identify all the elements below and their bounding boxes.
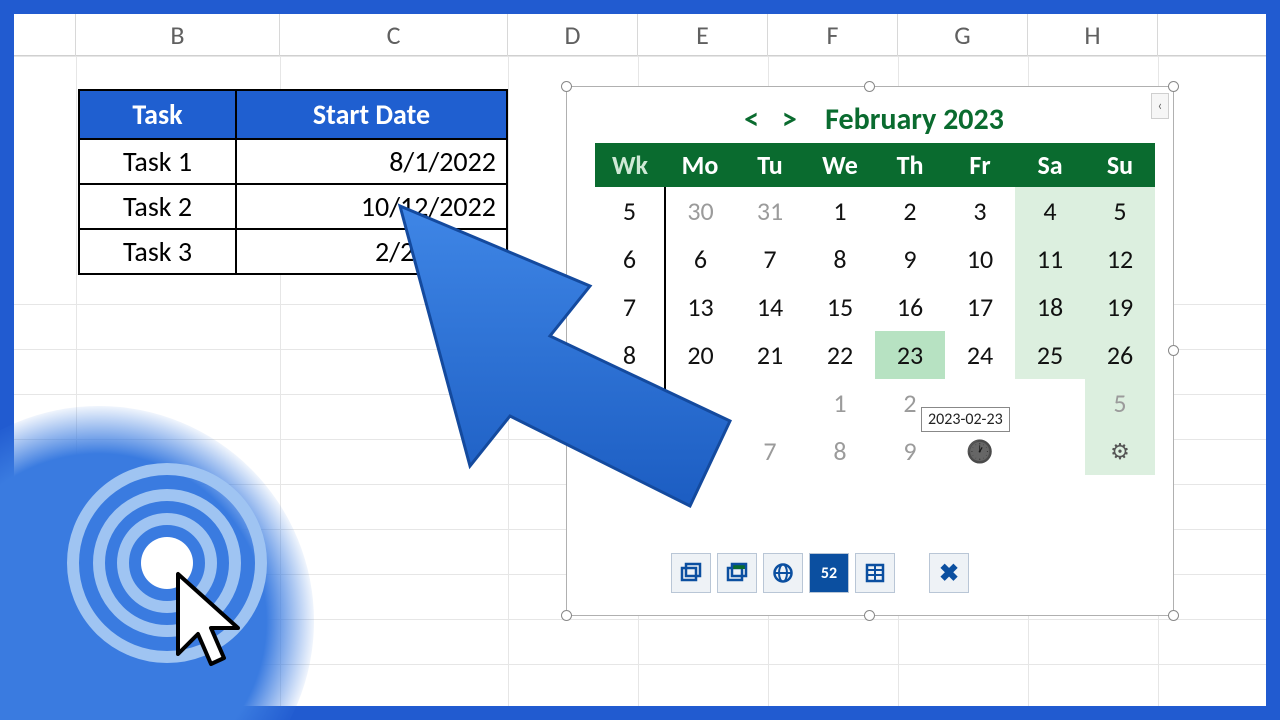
day-cell[interactable]: 8 xyxy=(805,427,875,475)
task-date-cell[interactable]: 10/12/2022 xyxy=(236,184,507,229)
prev-month-button[interactable]: < xyxy=(736,101,767,138)
week-number: 7 xyxy=(595,283,665,331)
column-header-c[interactable]: C xyxy=(280,14,508,56)
table-row[interactable]: Task 3 2/23/2023 xyxy=(79,229,507,274)
next-month-button[interactable]: > xyxy=(774,101,805,138)
spreadsheet-area: B C D E F G H Task Start Date xyxy=(14,14,1266,706)
day-cell[interactable]: 17 xyxy=(945,283,1015,331)
table-row[interactable]: Task 1 8/1/2022 xyxy=(79,139,507,184)
cursor-icon xyxy=(166,568,256,678)
week-number: 6 xyxy=(595,235,665,283)
date-picker-object[interactable]: ‹ < > February 2023 WkMoTuWeThFrSaSu 530… xyxy=(566,86,1174,616)
weekday-header: Fr xyxy=(945,143,1015,187)
day-cell[interactable]: 30 xyxy=(665,187,735,235)
column-header-g[interactable]: G xyxy=(898,14,1028,56)
weekday-header: Sa xyxy=(1015,143,1085,187)
task-name-cell[interactable]: Task 3 xyxy=(79,229,236,274)
task-table[interactable]: Task Start Date Task 1 8/1/2022 Task 2 1… xyxy=(78,89,508,275)
day-cell[interactable]: 14 xyxy=(735,283,805,331)
resize-handle[interactable] xyxy=(561,345,572,356)
month-title[interactable]: February 2023 xyxy=(825,101,1004,138)
toolbar-table-icon[interactable] xyxy=(855,553,895,593)
column-header-row: B C D E F G H xyxy=(14,14,1266,56)
task-name-cell[interactable]: Task 1 xyxy=(79,139,236,184)
gear-icon[interactable]: ⚙ xyxy=(1085,427,1155,475)
day-cell[interactable]: 6 xyxy=(665,427,735,475)
weekday-header: Tu xyxy=(735,143,805,187)
day-cell[interactable]: 3 xyxy=(945,187,1015,235)
weekday-header: Wk xyxy=(595,143,665,187)
resize-handle[interactable] xyxy=(561,610,572,621)
resize-handle[interactable] xyxy=(1168,81,1179,92)
week-number: 8 xyxy=(595,331,665,379)
day-cell[interactable]: 19 xyxy=(1085,283,1155,331)
day-cell[interactable]: 6 xyxy=(665,235,735,283)
task-name-cell[interactable]: Task 2 xyxy=(79,184,236,229)
day-cell[interactable]: 18 xyxy=(1015,283,1085,331)
day-cell[interactable]: 4 xyxy=(1015,187,1085,235)
column-header-d[interactable]: D xyxy=(508,14,638,56)
week-number: 10 xyxy=(595,427,665,475)
resize-handle[interactable] xyxy=(561,81,572,92)
day-cell[interactable]: 8 xyxy=(805,235,875,283)
column-header-a[interactable] xyxy=(14,14,76,56)
day-cell[interactable]: 13 xyxy=(665,283,735,331)
column-header-h[interactable]: H xyxy=(1028,14,1158,56)
toolbar-window2-icon[interactable] xyxy=(717,553,757,593)
day-cell[interactable]: 15 xyxy=(805,283,875,331)
day-cell[interactable]: 9 xyxy=(875,427,945,475)
toolbar-window1-icon[interactable] xyxy=(671,553,711,593)
task-date-cell[interactable]: 8/1/2022 xyxy=(236,139,507,184)
calendar-title-bar: < > February 2023 xyxy=(567,101,1173,138)
week-number: 9 xyxy=(595,379,665,427)
weekday-header: Th xyxy=(875,143,945,187)
date-tooltip: 2023-02-23 xyxy=(921,407,1010,432)
app-frame: B C D E F G H Task Start Date xyxy=(0,0,1280,720)
column-header-b[interactable]: B xyxy=(76,14,280,56)
day-cell[interactable]: 1 xyxy=(805,187,875,235)
weekday-header: We xyxy=(805,143,875,187)
toolbar-close-icon[interactable]: ✖ xyxy=(929,553,969,593)
week-number: 5 xyxy=(595,187,665,235)
day-cell[interactable]: 10 xyxy=(945,235,1015,283)
day-cell[interactable]: 2 xyxy=(875,187,945,235)
day-cell[interactable]: 25 xyxy=(1015,331,1085,379)
day-cell xyxy=(1015,427,1085,475)
day-cell[interactable]: 11 xyxy=(1015,235,1085,283)
day-cell[interactable]: 24 xyxy=(945,331,1015,379)
weekday-header: Su xyxy=(1085,143,1155,187)
clock-icon[interactable]: 🕐 xyxy=(945,427,1015,475)
resize-handle[interactable] xyxy=(1168,345,1179,356)
day-cell[interactable]: 1 xyxy=(805,379,875,427)
day-cell[interactable]: 5 xyxy=(1085,187,1155,235)
toolbar-globe-icon[interactable] xyxy=(763,553,803,593)
calendar-toolbar: 52 ✖ xyxy=(671,553,969,593)
task-header: Task xyxy=(79,90,236,139)
day-cell[interactable]: 16 xyxy=(875,283,945,331)
day-cell[interactable]: 7 xyxy=(735,235,805,283)
resize-handle[interactable] xyxy=(864,81,875,92)
column-header-e[interactable]: E xyxy=(638,14,768,56)
resize-handle[interactable] xyxy=(1168,610,1179,621)
column-header-f[interactable]: F xyxy=(768,14,898,56)
day-cell[interactable]: 20 xyxy=(665,331,735,379)
day-cell[interactable]: 21 xyxy=(735,331,805,379)
weekday-header: Mo xyxy=(665,143,735,187)
task-date-cell[interactable]: 2/23/2023 xyxy=(236,229,507,274)
start-date-header: Start Date xyxy=(236,90,507,139)
day-cell[interactable]: 23 xyxy=(875,331,945,379)
resize-handle[interactable] xyxy=(864,610,875,621)
day-cell[interactable]: 31 xyxy=(735,187,805,235)
day-cell[interactable]: 9 xyxy=(875,235,945,283)
day-cell[interactable]: 26 xyxy=(1085,331,1155,379)
calendar-grid: WkMoTuWeThFrSaSu 53031123456678910111271… xyxy=(595,143,1155,475)
toolbar-week-number-icon[interactable]: 52 xyxy=(809,553,849,593)
day-cell[interactable]: 5 xyxy=(1085,379,1155,427)
day-cell[interactable]: 7 xyxy=(735,427,805,475)
day-cell[interactable]: 12 xyxy=(1085,235,1155,283)
table-row[interactable]: Task 2 10/12/2022 xyxy=(79,184,507,229)
day-cell[interactable]: 22 xyxy=(805,331,875,379)
